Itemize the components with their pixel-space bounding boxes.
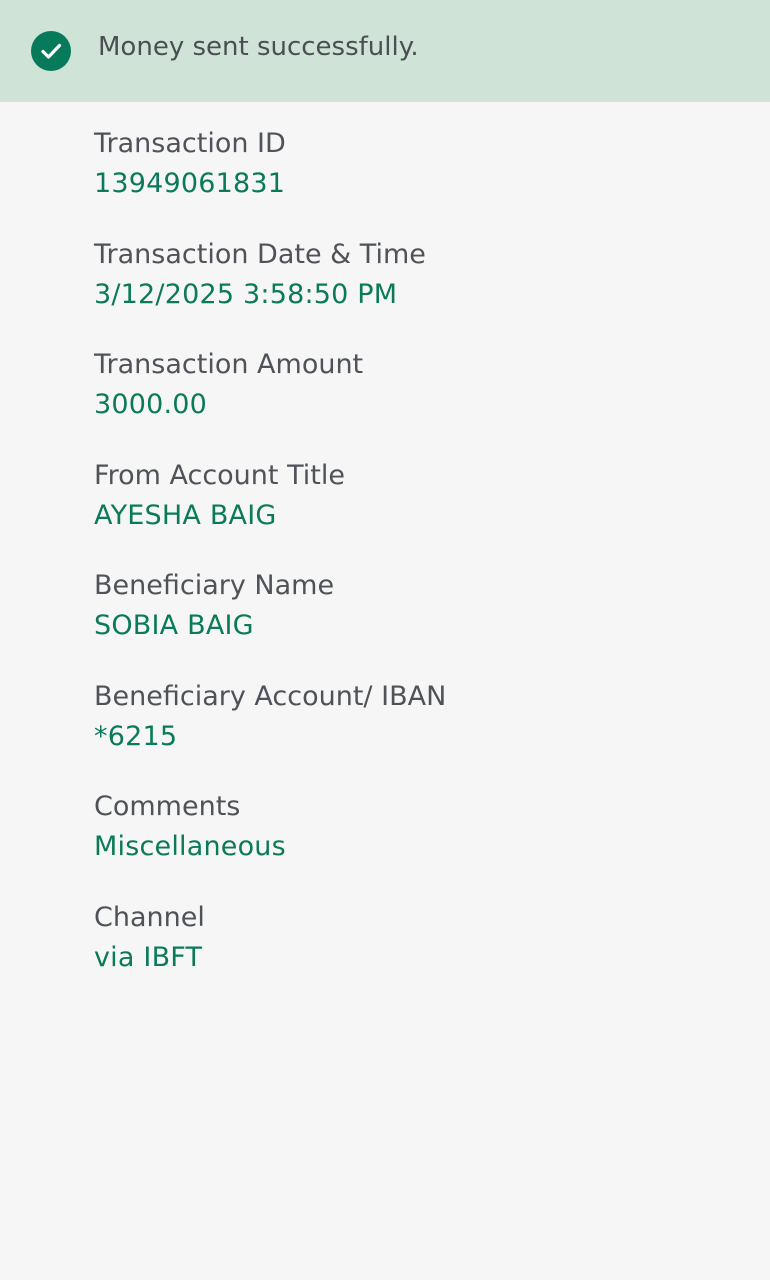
field-value: SOBIA BAIG xyxy=(94,610,254,641)
field-channel: Channel via IBFT xyxy=(94,898,734,1009)
field-transaction-amount: Transaction Amount 3000.00 xyxy=(94,345,734,456)
field-value: 3000.00 xyxy=(94,389,208,420)
transaction-details: Transaction ID 13949061831 Transaction D… xyxy=(94,124,734,1008)
field-value: *6215 xyxy=(94,720,178,752)
field-label: Transaction Date & Time xyxy=(94,238,426,270)
field-label: Beneficiary Name xyxy=(94,570,335,601)
field-label: Channel xyxy=(94,901,205,933)
field-value: 3/12/2025 3:58:50 PM xyxy=(94,278,398,310)
field-comments: Comments Miscellaneous xyxy=(94,787,734,898)
field-value: via IBFT xyxy=(94,941,203,973)
field-label: Beneficiary Account/ IBAN xyxy=(94,680,447,712)
field-label: Comments xyxy=(94,791,241,822)
field-label: From Account Title xyxy=(94,459,345,491)
field-transaction-datetime: Transaction Date & Time 3/12/2025 3:58:5… xyxy=(94,235,734,346)
field-transaction-id: Transaction ID 13949061831 xyxy=(94,124,734,235)
field-from-account-title: From Account Title AYESHA BAIG xyxy=(94,456,734,567)
field-beneficiary-name: Beneficiary Name SOBIA BAIG xyxy=(94,566,734,677)
field-value: Miscellaneous xyxy=(94,831,286,862)
field-label: Transaction Amount xyxy=(94,349,364,380)
field-label: Transaction ID xyxy=(94,128,286,159)
field-beneficiary-account: Beneficiary Account/ IBAN *6215 xyxy=(94,677,734,788)
field-value: 13949061831 xyxy=(94,168,286,199)
check-circle-icon xyxy=(31,31,71,71)
success-banner: Money sent successfully. xyxy=(0,0,770,102)
field-value: AYESHA BAIG xyxy=(94,499,277,531)
success-message: Money sent successfully. xyxy=(98,32,419,62)
